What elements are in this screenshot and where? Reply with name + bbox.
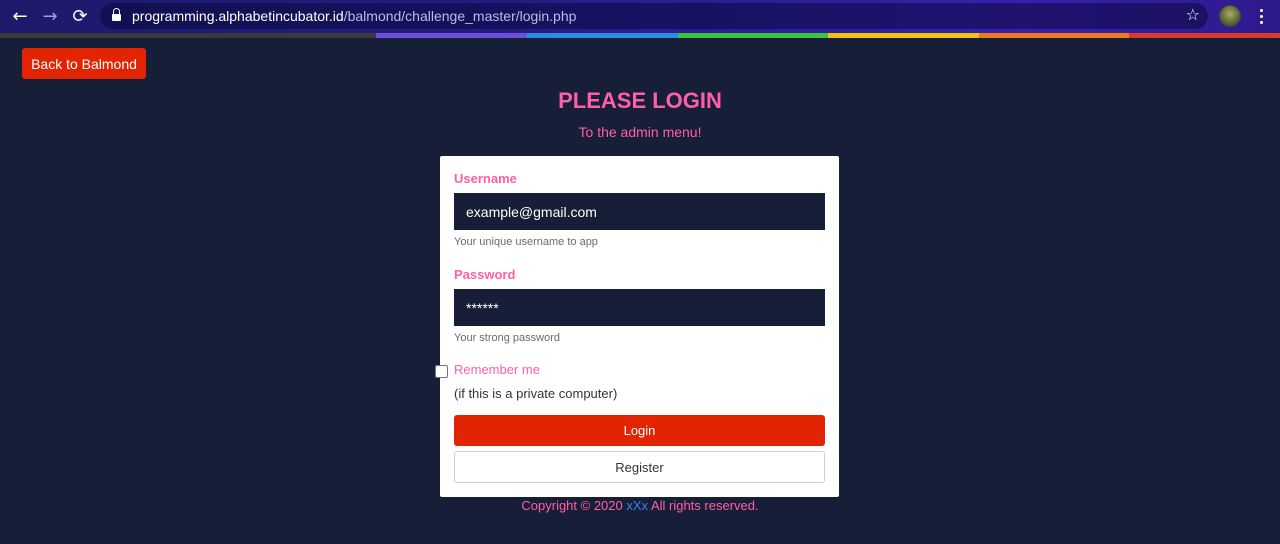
password-input[interactable]: ****** <box>454 289 825 326</box>
copyright-prefix: Copyright © 2020 <box>521 498 627 513</box>
menu-kebab-icon[interactable] <box>1254 0 1268 33</box>
private-computer-note: (if this is a private computer) <box>454 386 618 401</box>
rainbow-segment <box>527 33 678 38</box>
url-host: programming.alphabetincubator.id <box>132 8 344 24</box>
profile-avatar[interactable] <box>1219 5 1241 27</box>
bookmark-star-icon[interactable]: ☆ <box>1186 5 1200 24</box>
register-button[interactable]: Register <box>454 451 825 483</box>
browser-toolbar: ← → ⟳ programming.alphabetincubator.id/b… <box>0 0 1280 33</box>
back-arrow-icon[interactable]: ← <box>6 0 34 33</box>
brand-link[interactable]: xXx <box>626 498 648 513</box>
username-input[interactable]: example@gmail.com <box>454 193 825 230</box>
login-button[interactable]: Login <box>454 415 825 446</box>
footer-copyright: Copyright © 2020 xXx All rights reserved… <box>0 498 1280 513</box>
rainbow-segment <box>978 33 1130 38</box>
lock-icon <box>112 8 121 21</box>
rainbow-stripe <box>0 33 1280 38</box>
rainbow-segment <box>0 33 377 38</box>
url-path: /balmond/challenge_master/login.php <box>343 8 577 24</box>
address-bar[interactable]: programming.alphabetincubator.id/balmond… <box>100 3 1208 29</box>
back-to-balmond-button[interactable]: Back to Balmond <box>22 48 146 79</box>
rainbow-segment <box>376 33 528 38</box>
remember-me-checkbox[interactable] <box>435 365 448 378</box>
forward-arrow-icon[interactable]: → <box>36 0 64 33</box>
rainbow-segment <box>1129 33 1280 38</box>
rainbow-segment <box>677 33 829 38</box>
reload-icon[interactable]: ⟳ <box>66 0 94 33</box>
username-help: Your unique username to app <box>454 236 598 248</box>
password-help: Your strong password <box>454 332 560 344</box>
rainbow-segment <box>828 33 979 38</box>
page-title: PLEASE LOGIN <box>558 88 722 113</box>
login-card: Username example@gmail.com Your unique u… <box>435 156 839 497</box>
remember-me-label[interactable]: Remember me <box>454 362 540 377</box>
copyright-suffix: All rights reserved. <box>648 498 759 513</box>
username-label: Username <box>454 171 517 186</box>
page-subtitle: To the admin menu! <box>578 124 702 140</box>
password-label: Password <box>454 267 516 282</box>
